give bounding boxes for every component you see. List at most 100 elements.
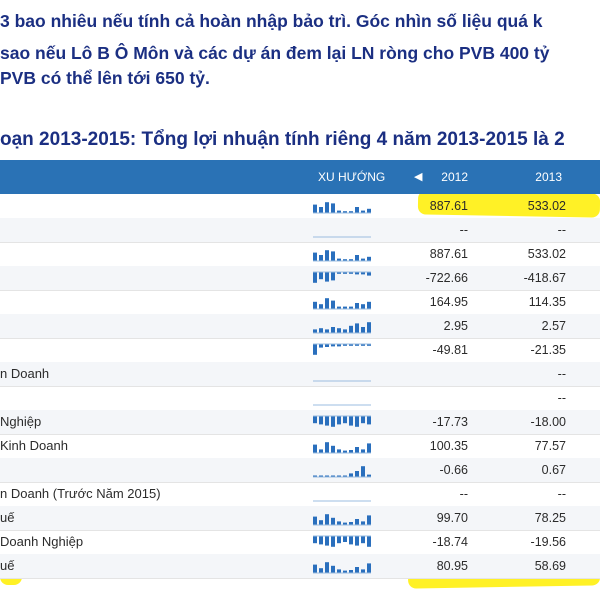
sparkline-bar — [319, 344, 323, 348]
trend-sparkline — [313, 245, 373, 263]
sparkline-bar — [337, 449, 341, 453]
value-2013: 78.25 — [534, 511, 566, 525]
sparkline-bar — [325, 562, 329, 573]
row-label — [0, 290, 300, 314]
sparkline-bar — [337, 416, 341, 425]
value-2012: 2.95 — [443, 319, 468, 333]
table-row[interactable]: Nghiệp -17.73 -18.00 — [0, 410, 600, 435]
sparkline-bar — [325, 298, 329, 309]
sparkline-bar — [319, 416, 323, 425]
table-row[interactable]: 164.95 114.35 — [0, 290, 600, 315]
trend-sparkline — [313, 389, 373, 407]
value-2012: 99.70 — [436, 511, 468, 525]
trend-sparkline — [313, 269, 373, 287]
trend-sparkline — [313, 461, 373, 479]
value-2013: -- — [557, 487, 566, 501]
sparkline-bar — [337, 521, 341, 525]
sparkline-bar — [325, 514, 329, 525]
value-2012: -18.74 — [432, 535, 468, 549]
sparkline-bar — [361, 569, 365, 573]
value-2012: 80.95 — [436, 559, 468, 573]
table-row[interactable]: -- -- — [0, 218, 600, 243]
table-row[interactable]: 2.95 2.57 — [0, 314, 600, 339]
value-2012: -0.66 — [439, 463, 469, 477]
sparkline-bar — [355, 471, 359, 477]
table-row[interactable]: -49.81 -21.35 — [0, 338, 600, 363]
sparkline-bar — [313, 301, 317, 309]
sparkline-bar — [361, 416, 365, 424]
table-row[interactable]: -- — [0, 386, 600, 411]
sparkline-bar — [361, 449, 365, 453]
previous-year-arrow-icon[interactable]: ◀ — [414, 160, 422, 194]
value-2013: -18.00 — [530, 415, 566, 429]
sparkline-bar — [361, 327, 365, 333]
sparkline-bar — [325, 250, 329, 261]
value-2012: -- — [459, 487, 468, 501]
trend-sparkline — [313, 533, 373, 551]
sparkline-bar — [313, 536, 317, 544]
row-label: n Doanh — [0, 366, 50, 381]
value-2013: 2.57 — [541, 319, 566, 333]
value-2012: 100.35 — [429, 439, 468, 453]
table-row[interactable]: n Doanh -- — [0, 362, 600, 387]
sparkline-bar — [367, 208, 371, 213]
row-label: uế — [0, 510, 15, 525]
row-label — [0, 266, 300, 290]
value-2013: 533.02 — [527, 199, 566, 213]
table-row[interactable]: Kinh Doanh 100.35 77.57 — [0, 434, 600, 459]
trend-sparkline — [313, 341, 373, 359]
sparkline-bar — [325, 536, 329, 546]
sparkline-bar — [331, 300, 335, 309]
table-row[interactable]: 887.61 533.02 — [0, 194, 600, 219]
sparkline-bar — [355, 536, 359, 546]
sparkline-bar — [355, 519, 359, 525]
row-label — [0, 194, 300, 218]
value-2012: 887.61 — [429, 247, 468, 261]
sparkline-bar — [367, 322, 371, 333]
value-2013: 58.69 — [534, 559, 566, 573]
sparkline-bar — [325, 202, 329, 213]
sparkline-bar — [331, 445, 335, 453]
value-2013: -19.56 — [530, 535, 566, 549]
table-row[interactable]: n Doanh (Trước Năm 2015) -- -- — [0, 482, 600, 507]
value-2013: 533.02 — [527, 247, 566, 261]
sparkline-bar — [343, 329, 347, 333]
sparkline-bar — [319, 272, 323, 280]
value-2013: 77.57 — [534, 439, 566, 453]
sparkline-bar — [367, 443, 371, 453]
table-row[interactable]: 887.61 533.02 — [0, 242, 600, 267]
sparkline-bar — [355, 303, 359, 309]
table-row[interactable]: uế 80.95 58.69 — [0, 554, 600, 579]
table-row[interactable]: uế 99.70 78.25 — [0, 506, 600, 531]
intro-line-3: PVB có thể lên tới 650 tỷ. — [0, 68, 210, 88]
value-2012: 164.95 — [429, 295, 468, 309]
sparkline-bar — [355, 323, 359, 333]
sparkline-bar — [319, 568, 323, 573]
sparkline-bar — [313, 564, 317, 573]
row-label — [0, 242, 300, 266]
table-row[interactable]: Doanh Nghiệp -18.74 -19.56 — [0, 530, 600, 555]
row-label: Doanh Nghiệp — [0, 534, 84, 549]
table-row[interactable]: -0.66 0.67 — [0, 458, 600, 483]
sparkline-bar — [319, 207, 323, 213]
trend-sparkline — [313, 221, 373, 239]
sparkline-bar — [313, 344, 317, 355]
trend-sparkline — [313, 413, 373, 431]
row-label — [0, 338, 300, 362]
trend-sparkline — [313, 437, 373, 455]
sparkline-bar — [349, 536, 353, 545]
table-row[interactable]: -722.66 -418.67 — [0, 266, 600, 291]
sparkline-bar — [331, 203, 335, 213]
sparkline-bar — [319, 304, 323, 309]
sparkline-bar — [367, 301, 371, 309]
intro-line-1: 3 bao nhiêu nếu tính cả hoàn nhập bảo tr… — [0, 11, 543, 31]
sparkline-bar — [325, 442, 329, 453]
sparkline-bar — [361, 304, 365, 309]
sparkline-bar — [361, 536, 365, 544]
intro-line-2: sao nếu Lô B Ô Môn và các dự án đem lại … — [0, 43, 550, 63]
trend-sparkline — [313, 293, 373, 311]
value-2013: 0.67 — [541, 463, 566, 477]
sparkline-bar — [355, 255, 359, 261]
sparkline-bar — [325, 416, 329, 426]
trend-sparkline — [313, 509, 373, 527]
